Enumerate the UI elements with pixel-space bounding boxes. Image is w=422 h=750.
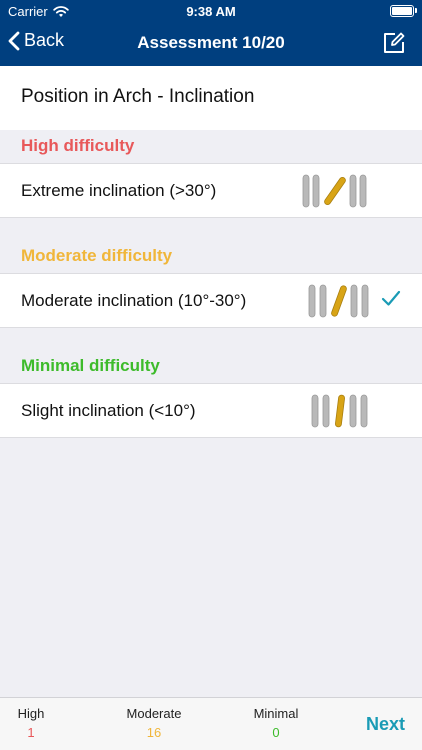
status-bar: Carrier 9:38 AM bbox=[0, 0, 422, 22]
group-label-minimal: Minimal difficulty bbox=[21, 356, 160, 376]
option-label: Moderate inclination (10°-30°) bbox=[21, 291, 247, 310]
status-time: 9:38 AM bbox=[186, 4, 236, 19]
option-label: Slight inclination (<10°) bbox=[21, 401, 196, 420]
group-label-moderate: Moderate difficulty bbox=[21, 246, 172, 266]
option-label: Extreme inclination (>30°) bbox=[21, 181, 217, 200]
count-high-value: 1 bbox=[27, 725, 35, 740]
moderate-inclination-illustration bbox=[308, 284, 369, 318]
nav-title: Assessment 10/20 bbox=[137, 33, 285, 52]
count-minimal-value: 0 bbox=[272, 725, 280, 740]
bottom-toolbar: High 1 Moderate 16 Minimal 0 Next bbox=[0, 697, 422, 750]
option-slight-inclination[interactable]: Slight inclination (<10°) bbox=[0, 383, 422, 438]
count-high-label: High bbox=[17, 706, 45, 721]
group-label-moderate-text: Moderate difficulty bbox=[21, 246, 173, 265]
edit-square-icon bbox=[384, 32, 405, 53]
count-moderate: Moderate 16 bbox=[114, 706, 194, 740]
section-title: Position in Arch - Inclination bbox=[0, 66, 422, 130]
count-minimal-label: Minimal bbox=[253, 706, 299, 721]
next-button[interactable]: Next bbox=[366, 714, 405, 735]
navigation-bar: Back Assessment 10/20 bbox=[0, 22, 422, 66]
battery-icon bbox=[390, 5, 417, 17]
group-label-minimal-text: Minimal difficulty bbox=[21, 356, 160, 375]
count-high: High 1 bbox=[8, 706, 54, 740]
slight-inclination-illustration bbox=[311, 394, 368, 428]
option-extreme-inclination[interactable]: Extreme inclination (>30°) bbox=[0, 163, 422, 218]
edit-button[interactable] bbox=[382, 31, 406, 60]
checkmark-icon bbox=[381, 290, 401, 306]
count-moderate-value: 16 bbox=[146, 725, 162, 740]
count-moderate-label: Moderate bbox=[126, 706, 182, 721]
group-label-high-text: High difficulty bbox=[21, 136, 135, 155]
group-label-high: High difficulty bbox=[21, 136, 134, 156]
top-bar: Carrier 9:38 AM Back Assessment 10/20 bbox=[0, 0, 422, 66]
extreme-inclination-illustration bbox=[302, 174, 367, 208]
option-moderate-inclination[interactable]: Moderate inclination (10°-30°) bbox=[0, 273, 422, 328]
count-minimal: Minimal 0 bbox=[244, 706, 308, 740]
